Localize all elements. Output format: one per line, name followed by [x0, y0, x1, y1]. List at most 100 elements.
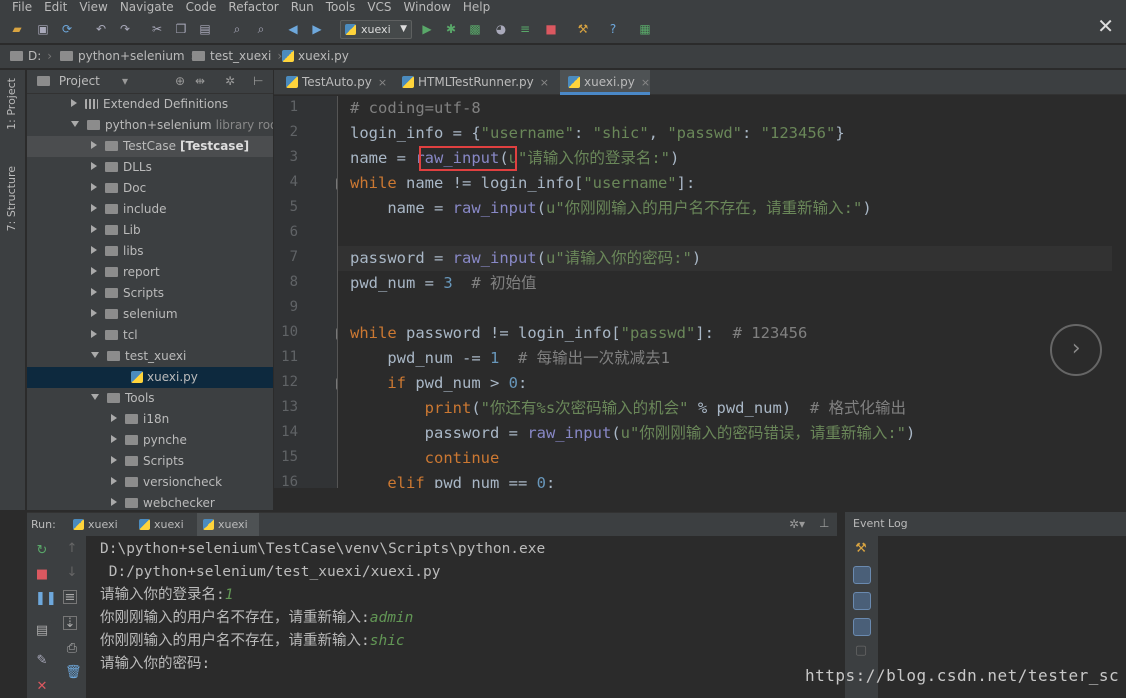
copy-icon[interactable]: ❐ — [174, 22, 188, 36]
up-arrow-icon[interactable]: ↑ — [65, 542, 79, 556]
soft-wrap-icon[interactable] — [853, 592, 871, 610]
settings-icon[interactable]: ⚒ — [854, 542, 868, 556]
replace-icon[interactable]: ⌕ — [254, 22, 268, 36]
chevron-down-icon[interactable]: ▾ — [122, 70, 128, 93]
chevron-right-icon[interactable] — [91, 204, 97, 212]
editor-tab[interactable]: HTMLTestRunner.py × — [394, 70, 549, 95]
collapse-all-icon[interactable]: ⇹ — [195, 70, 205, 93]
tree-item[interactable]: webchecker — [27, 493, 273, 510]
gear-icon[interactable]: ✲▾ — [789, 517, 805, 531]
gear-icon[interactable]: ✲ — [225, 70, 235, 93]
structure-tool-tab[interactable]: 7: Structure — [5, 166, 18, 231]
dump-threads-icon[interactable]: ▤ — [35, 624, 49, 638]
menu-item-help[interactable]: Help — [463, 1, 490, 13]
menu-item-run[interactable]: Run — [291, 1, 314, 13]
close-icon[interactable]: × — [641, 76, 650, 89]
breadcrumb-project[interactable]: python+selenium› — [60, 49, 195, 63]
settings-icon[interactable]: ⚒ — [576, 22, 590, 36]
menu-item-navigate[interactable]: Navigate — [120, 1, 174, 13]
profile-icon[interactable]: ◕ — [494, 22, 508, 36]
debug-icon[interactable]: ✱ — [444, 22, 458, 36]
close-icon[interactable]: × — [378, 76, 387, 89]
coverage-icon[interactable]: ▩ — [468, 22, 482, 36]
breadcrumb-folder[interactable]: test_xuexi › — [192, 49, 282, 63]
help-icon[interactable]: ? — [606, 22, 620, 36]
chevron-right-icon[interactable] — [91, 141, 97, 149]
run-configuration-select[interactable]: xuexi ▼ — [340, 20, 412, 39]
menu-item-file[interactable]: File — [12, 1, 32, 13]
sync-icon[interactable]: ⟳ — [60, 22, 74, 36]
run-tab[interactable]: xuexi — [67, 513, 129, 537]
close-icon[interactable]: ✕ — [1097, 14, 1114, 38]
stop-icon[interactable]: ■ — [35, 568, 49, 582]
chevron-down-icon[interactable] — [71, 121, 79, 127]
code-line[interactable]: name = raw_input(u"你刚刚输入的用户名不存在，请重新输入:") — [350, 196, 871, 221]
menu-item-refactor[interactable]: Refactor — [228, 1, 278, 13]
code-line[interactable]: elif pwd_num == 0: — [350, 471, 555, 488]
chevron-right-icon[interactable] — [111, 498, 117, 506]
menu-item-edit[interactable]: Edit — [44, 1, 67, 13]
chevron-right-icon[interactable]: › — [1050, 324, 1102, 376]
run-tab[interactable]: xuexi — [133, 513, 195, 537]
rerun-icon[interactable]: ↻ — [35, 544, 49, 558]
code-line[interactable]: password = raw_input(u"请输入你的密码:") — [338, 246, 1126, 271]
chevron-right-icon[interactable] — [111, 456, 117, 464]
tree-item[interactable]: python+selenium library roo — [27, 115, 273, 136]
code-line[interactable]: continue — [350, 446, 500, 471]
undo-icon[interactable]: ↶ — [94, 22, 108, 36]
chevron-right-icon[interactable] — [111, 414, 117, 422]
tree-item[interactable]: tcl — [27, 325, 273, 346]
editor-tab[interactable]: xuexi.py × — [560, 70, 651, 95]
code-line[interactable]: while password != login_info["passwd"]: … — [350, 321, 807, 346]
down-arrow-icon[interactable]: ↓ — [65, 566, 79, 580]
tree-item[interactable]: selenium — [27, 304, 273, 325]
chevron-right-icon[interactable] — [111, 477, 117, 485]
sync-target-icon[interactable]: ⊕ — [175, 70, 185, 93]
tree-item[interactable]: i18n — [27, 409, 273, 430]
menu-item-tools[interactable]: Tools — [326, 1, 356, 13]
menu-item-code[interactable]: Code — [186, 1, 217, 13]
run-console-output[interactable]: D:\python+selenium\TestCase\venv\Scripts… — [88, 536, 838, 698]
scroll-to-end-icon[interactable]: ⇣ — [63, 616, 77, 631]
code-line[interactable]: # coding=utf-8 — [350, 96, 481, 121]
chevron-right-icon[interactable] — [71, 99, 77, 107]
run-tab[interactable]: xuexi — [197, 513, 259, 537]
tree-item[interactable]: xuexi.py — [27, 367, 273, 388]
paste-icon[interactable]: ▤ — [198, 22, 212, 36]
chevron-down-icon[interactable] — [91, 394, 99, 400]
concurrency-icon[interactable]: ≡ — [518, 22, 532, 36]
code-line[interactable]: if pwd_num > 0: — [350, 371, 527, 396]
tree-item[interactable]: Scripts — [27, 283, 273, 304]
hide-panel-icon[interactable]: ⊢ — [253, 70, 263, 93]
tree-item[interactable]: Scripts — [27, 451, 273, 472]
chevron-right-icon[interactable] — [91, 162, 97, 170]
stop-icon[interactable]: ■ — [544, 22, 558, 36]
scroll-to-end-icon[interactable] — [853, 618, 871, 636]
python-console-icon[interactable]: ▦ — [638, 22, 652, 36]
open-folder-icon[interactable]: ▰ — [10, 22, 24, 36]
code-line[interactable]: pwd_num -= 1 # 每输出一次就减去1 — [350, 346, 670, 371]
editor-tab[interactable]: TestAuto.py × — [278, 70, 387, 95]
tree-item[interactable]: Doc — [27, 178, 273, 199]
pause-icon[interactable]: ❚❚ — [35, 592, 57, 606]
tree-item[interactable]: test_xuexi — [27, 346, 273, 367]
menu-item-window[interactable]: Window — [404, 1, 451, 13]
tree-item[interactable]: DLLs — [27, 157, 273, 178]
code-line[interactable]: login_info = {"username": "shic", "passw… — [350, 121, 845, 146]
chevron-right-icon[interactable] — [111, 435, 117, 443]
menu-item-vcs[interactable]: VCS — [367, 1, 391, 13]
chevron-right-icon[interactable] — [91, 183, 97, 191]
menu-item-view[interactable]: View — [79, 1, 107, 13]
code-line[interactable]: while name != login_info["username"]: — [350, 171, 695, 196]
forward-icon[interactable]: ▶ — [310, 22, 324, 36]
run-icon[interactable]: ▶ — [420, 22, 434, 36]
project-panel-title[interactable]: Project — [59, 74, 100, 88]
close-icon[interactable]: ✕ — [35, 680, 49, 694]
chevron-right-icon[interactable] — [91, 267, 97, 275]
tree-item[interactable]: include — [27, 199, 273, 220]
balloon-icon[interactable] — [853, 566, 871, 584]
breadcrumb-file[interactable]: xuexi.py — [282, 49, 349, 63]
breadcrumb-drive[interactable]: D: › — [10, 49, 52, 63]
save-icon[interactable]: ▣ — [36, 22, 50, 36]
find-icon[interactable]: ⌕ — [230, 22, 244, 36]
